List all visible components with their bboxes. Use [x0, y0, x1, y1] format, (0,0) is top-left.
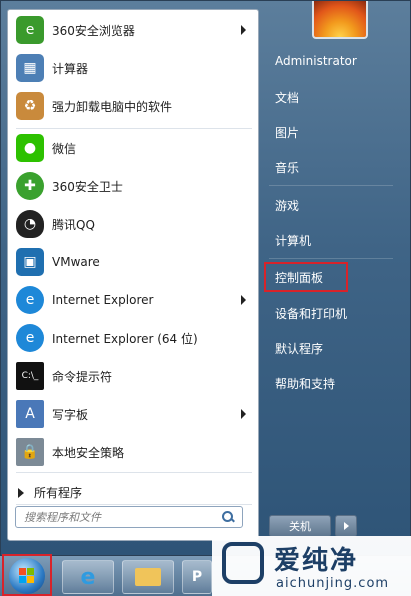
divider — [16, 472, 252, 473]
program-item-wechat[interactable]: ● 微信 — [12, 130, 256, 166]
divider — [269, 185, 393, 186]
program-label: 微信 — [52, 141, 77, 156]
start-button-highlight — [2, 554, 52, 596]
expand-arrow-icon — [18, 487, 24, 498]
all-programs-label: 所有程序 — [34, 486, 83, 500]
program-item-vmware[interactable]: ▣ VMware — [12, 244, 256, 280]
start-menu: e 360安全浏览器 ▦ 计算器 ♻ 强力卸载电脑中的软件 ● 微信 ✚ 360… — [0, 0, 411, 556]
all-programs-link[interactable]: 所有程序 — [18, 484, 82, 501]
divider — [269, 258, 393, 259]
ie-icon: e — [16, 324, 44, 352]
search-placeholder: 搜索程序和文件 — [24, 511, 101, 524]
program-label: 命令提示符 — [52, 369, 113, 384]
program-label: 本地安全策略 — [52, 445, 125, 460]
right-item-computer[interactable]: 计算机 — [275, 232, 311, 249]
program-label: 强力卸载电脑中的软件 — [52, 99, 173, 114]
search-box[interactable]: 搜索程序和文件 — [15, 506, 243, 528]
right-item-documents[interactable]: 文档 — [275, 89, 299, 106]
program-item-wordpad[interactable]: A 写字板 — [12, 396, 256, 432]
submenu-arrow-icon — [241, 409, 246, 419]
watermark-cn: 爱纯净 — [274, 546, 359, 576]
right-item-music[interactable]: 音乐 — [275, 159, 299, 176]
logo-mark-icon — [222, 542, 264, 584]
shutdown-options-button[interactable] — [335, 515, 357, 537]
divider — [16, 504, 252, 505]
program-item-uninstaller[interactable]: ♻ 强力卸载电脑中的软件 — [12, 88, 256, 124]
wordpad-icon: A — [16, 400, 44, 428]
program-label: Internet Explorer (64 位) — [52, 331, 198, 346]
program-item-qq[interactable]: ◔ 腾讯QQ — [12, 206, 256, 242]
taskbar-ie-button[interactable]: e — [62, 560, 114, 594]
watermark-en: aichunjing.com — [276, 576, 390, 591]
program-item-calculator[interactable]: ▦ 计算器 — [12, 50, 256, 86]
program-item-security-policy[interactable]: 🔒 本地安全策略 — [12, 434, 256, 470]
program-list-panel: e 360安全浏览器 ▦ 计算器 ♻ 强力卸载电脑中的软件 ● 微信 ✚ 360… — [7, 9, 259, 541]
right-item-default-programs[interactable]: 默认程序 — [275, 340, 323, 357]
right-item-games[interactable]: 游戏 — [275, 197, 299, 214]
control-panel-highlight — [264, 262, 348, 292]
folder-icon — [135, 568, 161, 586]
ie-icon: e — [80, 564, 96, 590]
ie-icon: e — [16, 286, 44, 314]
program-label: 写字板 — [52, 407, 89, 422]
divider — [16, 128, 252, 129]
search-icon[interactable] — [222, 511, 234, 523]
watermark-logo: 爱纯净 aichunjing.com — [212, 536, 411, 596]
user-avatar[interactable] — [312, 1, 368, 39]
program-item-ie[interactable]: e Internet Explorer — [12, 282, 256, 318]
shutdown-button[interactable]: 关机 — [269, 515, 331, 537]
qq-penguin-icon: ◔ — [16, 210, 44, 238]
wechat-icon: ● — [16, 134, 44, 162]
program-label: 360安全浏览器 — [52, 23, 135, 38]
uninstall-box-icon: ♻ — [16, 92, 44, 120]
program-item-ie-64[interactable]: e Internet Explorer (64 位) — [12, 320, 256, 356]
submenu-arrow-icon — [241, 295, 246, 305]
program-label: 360安全卫士 — [52, 179, 123, 194]
security-policy-icon: 🔒 — [16, 438, 44, 466]
taskbar-explorer-button[interactable] — [122, 560, 174, 594]
security-360-icon: ✚ — [16, 172, 44, 200]
program-label: 计算器 — [52, 61, 89, 76]
app-icon: P — [191, 569, 203, 585]
right-item-help-support[interactable]: 帮助和支持 — [275, 375, 335, 392]
program-item-360-browser[interactable]: e 360安全浏览器 — [12, 12, 256, 48]
program-label: VMware — [52, 255, 100, 269]
vmware-icon: ▣ — [16, 248, 44, 276]
command-prompt-icon: C:\_ — [16, 362, 44, 390]
program-item-cmd[interactable]: C:\_ 命令提示符 — [12, 358, 256, 394]
right-item-pictures[interactable]: 图片 — [275, 124, 299, 141]
browser-360-icon: e — [16, 16, 44, 44]
program-label: Internet Explorer — [52, 293, 154, 307]
taskbar-app-button[interactable]: P — [182, 560, 212, 594]
right-item-devices-printers[interactable]: 设备和打印机 — [275, 305, 347, 322]
submenu-arrow-icon — [241, 25, 246, 35]
calculator-icon: ▦ — [16, 54, 44, 82]
right-item-administrator[interactable]: Administrator — [275, 54, 357, 68]
program-label: 腾讯QQ — [52, 217, 95, 232]
program-item-360-security[interactable]: ✚ 360安全卫士 — [12, 168, 256, 204]
